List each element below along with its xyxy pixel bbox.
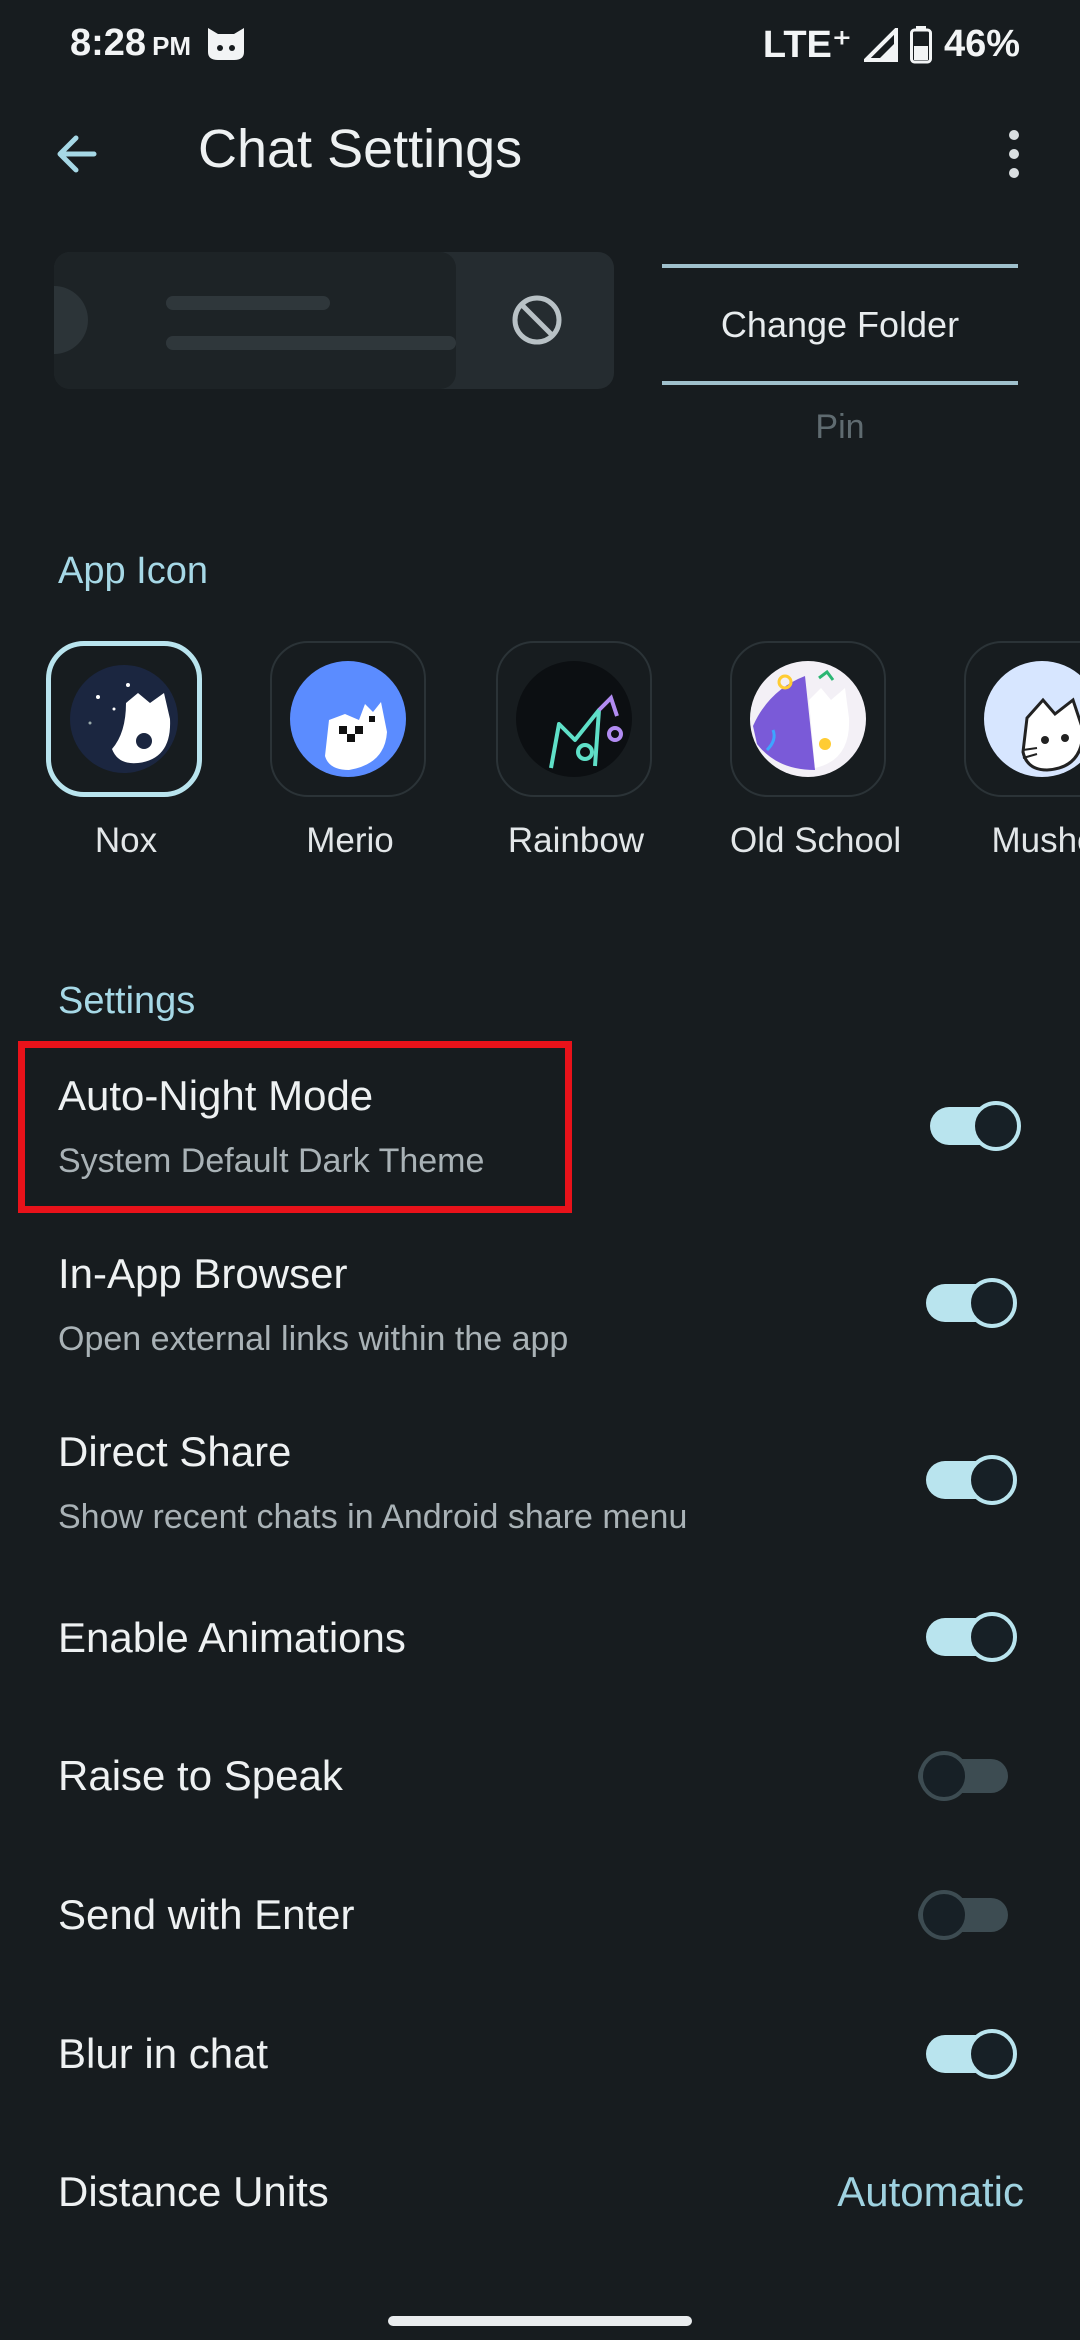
blur-in-chat-toggle[interactable] — [924, 2027, 1018, 2081]
change-folder-button[interactable]: Change Folder — [662, 264, 1018, 385]
app-icon-frame — [270, 641, 426, 797]
page-title: Chat Settings — [198, 119, 523, 179]
settings-section-title: Settings — [58, 980, 196, 1022]
signal-icon — [863, 27, 898, 62]
setting-title: Auto-Night Mode — [58, 1072, 374, 1119]
setting-row-in-app-browser[interactable] — [0, 1218, 1080, 1388]
app-icon-label: Rainbow — [507, 821, 645, 860]
distance-units-value[interactable]: Automatic — [837, 2168, 1024, 2216]
back-arrow-icon[interactable] — [50, 128, 102, 180]
setting-subtitle: Show recent chats in Android share menu — [58, 1498, 688, 1536]
setting-row-direct-share[interactable] — [0, 1396, 1080, 1566]
in-app-browser-toggle[interactable] — [924, 1276, 1018, 1330]
app-icon-section-title: App Icon — [58, 550, 208, 592]
app-icon-mushe[interactable]: Mushe — [964, 641, 1080, 861]
old-school-icon — [750, 661, 866, 777]
app-icon-label: Mushe — [991, 821, 1080, 860]
status-time: 8:28 PM — [70, 22, 192, 64]
app-icon-old-school[interactable]: Old School — [730, 641, 902, 861]
app-icon-frame — [496, 641, 652, 797]
nox-icon — [70, 665, 178, 773]
setting-subtitle: System Default Dark Theme — [58, 1142, 485, 1180]
setting-title: In-App Browser — [58, 1250, 348, 1297]
setting-title: Direct Share — [58, 1428, 292, 1475]
gesture-nav-pill[interactable] — [388, 2316, 692, 2326]
preview-avatar — [54, 286, 88, 354]
network-label: LTE⁺ — [762, 24, 852, 66]
more-vert-icon[interactable] — [1000, 126, 1028, 182]
enable-animations-toggle[interactable] — [924, 1610, 1018, 1664]
battery-percent: 46% — [943, 23, 1020, 65]
rainbow-icon — [516, 661, 632, 777]
setting-title: Blur in chat — [58, 2030, 269, 2077]
setting-title: Distance Units — [58, 2168, 329, 2215]
direct-share-toggle[interactable] — [924, 1453, 1018, 1507]
app-icon-frame — [46, 641, 202, 797]
send-with-enter-toggle[interactable] — [916, 1888, 1010, 1942]
setting-title: Enable Animations — [58, 1614, 406, 1661]
pin-label: Pin — [815, 408, 865, 446]
preview-line — [166, 296, 330, 310]
setting-subtitle: Open external links within the app — [58, 1320, 569, 1358]
preview-message — [54, 252, 456, 389]
setting-row-auto-night-mode[interactable] — [0, 1036, 1080, 1216]
block-icon[interactable] — [509, 292, 565, 348]
app-icon-label: Merio — [306, 821, 394, 860]
mushe-icon — [984, 661, 1080, 777]
app-icon-rainbow[interactable]: Rainbow — [496, 641, 656, 861]
auto-night-mode-toggle[interactable] — [928, 1099, 1022, 1153]
setting-title: Send with Enter — [58, 1891, 355, 1938]
app-icon-frame — [964, 641, 1080, 797]
preview-line — [166, 336, 456, 350]
app-icon-merio[interactable]: Merio — [270, 641, 430, 861]
chat-preview — [54, 252, 614, 389]
status-right: LTE⁺ 46% — [763, 22, 1020, 67]
battery-icon — [909, 25, 932, 63]
app-icon-nox[interactable]: Nox — [46, 641, 206, 861]
raise-to-speak-toggle[interactable] — [916, 1749, 1010, 1803]
cat-status-icon — [208, 28, 244, 60]
app-icon-label: Old School — [730, 821, 902, 860]
setting-title: Raise to Speak — [58, 1752, 343, 1799]
merio-icon — [290, 661, 406, 777]
app-icon-label: Nox — [94, 821, 158, 860]
app-icon-frame — [730, 641, 886, 797]
